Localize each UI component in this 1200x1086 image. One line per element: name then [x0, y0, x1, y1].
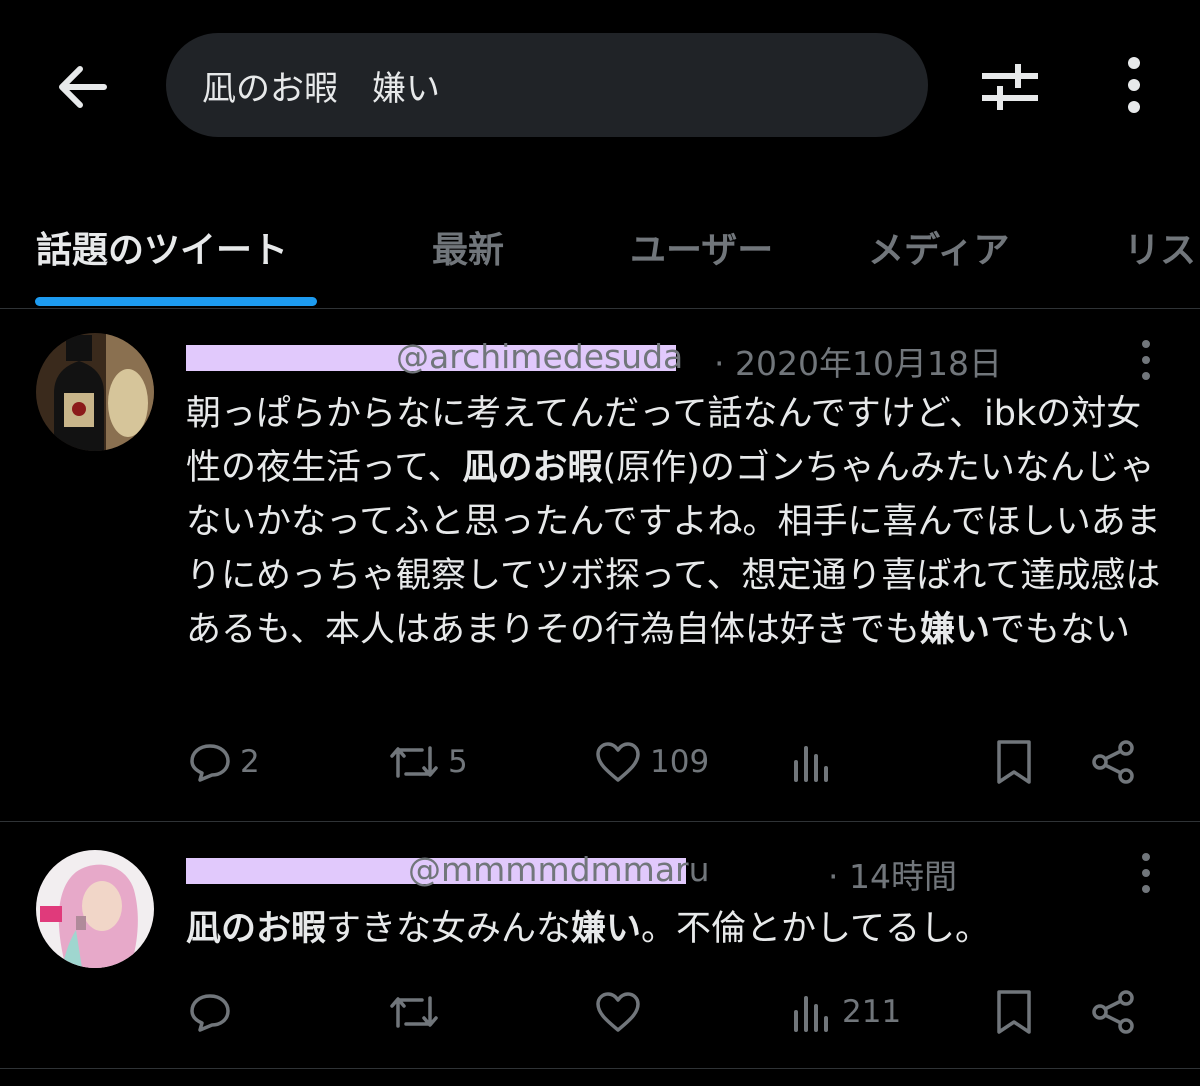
like-icon [596, 992, 640, 1032]
tab-lists[interactable]: リス [1124, 221, 1196, 273]
tweet-actions: 2 5 109 [0, 732, 1200, 792]
retweet-button[interactable]: 5 [388, 732, 468, 792]
highlighted-keyword: 凪のお暇 [186, 909, 327, 949]
tab-top[interactable]: 話題のツイート [36, 221, 288, 273]
tab-media[interactable]: メディア [868, 221, 1009, 273]
retweet-icon [390, 746, 438, 778]
views-button[interactable]: 211 [790, 982, 901, 1042]
share-button[interactable] [1090, 982, 1136, 1042]
share-icon [1092, 990, 1134, 1034]
highlighted-keyword: 嫌い [919, 610, 990, 650]
tweet-text-segment: 。不倫とかしてるし。 [641, 909, 990, 949]
reply-count: 2 [240, 744, 260, 780]
retweet-button[interactable] [388, 982, 448, 1042]
views-button[interactable] [790, 732, 834, 792]
tweet-text-segment: でもない [989, 610, 1130, 650]
reply-icon [190, 744, 230, 782]
avatar[interactable] [36, 850, 154, 968]
tweet-actions: 211 [0, 982, 1200, 1042]
reply-button[interactable]: 2 [188, 732, 260, 792]
search-input[interactable]: 凪のお暇 嫌い [166, 33, 928, 137]
tweet-handle[interactable]: @archimedesuda [396, 337, 683, 376]
tab-latest[interactable]: 最新 [432, 221, 504, 273]
views-icon [794, 996, 828, 1032]
tweet-more-icon[interactable] [1140, 852, 1152, 894]
share-icon [1092, 740, 1134, 784]
tab-users[interactable]: ユーザー [630, 221, 773, 273]
tweet-date[interactable]: · 2020年10月18日 [714, 337, 1002, 385]
tweet-handle[interactable]: @mmmmdmmaru [408, 850, 710, 889]
bookmark-button[interactable] [994, 732, 1034, 792]
tweet-text: 朝っぱらからなに考えてんだって話なんですけど、ibkの対女性の夜生活って、凪のお… [186, 387, 1176, 657]
like-count: 109 [650, 744, 710, 780]
active-tab-indicator [35, 297, 317, 306]
highlighted-keyword: 嫌い [571, 909, 642, 949]
highlighted-keyword: 凪のお暇 [462, 448, 603, 488]
avatar[interactable] [36, 333, 154, 451]
like-button[interactable]: 109 [594, 732, 709, 792]
bookmark-icon [997, 740, 1031, 784]
reply-button[interactable] [188, 982, 240, 1042]
back-arrow-icon[interactable] [52, 57, 112, 117]
search-query: 凪のお暇 嫌い [202, 68, 440, 109]
top-bar: 凪のお暇 嫌い [0, 0, 1200, 175]
retweet-count: 5 [448, 744, 468, 780]
tweet-header: @archimedesuda · 2020年10月18日 [186, 337, 1066, 383]
tweet-more-icon[interactable] [1140, 339, 1152, 381]
tweet-header: @mmmmdmmaru · 14時間 [186, 850, 1066, 896]
views-count: 211 [842, 994, 902, 1030]
tweet[interactable]: @archimedesuda · 2020年10月18日 朝っぱらからなに考えて… [0, 309, 1200, 822]
tweet-date[interactable]: · 14時間 [828, 850, 957, 898]
tweet-text-segment: すきな女みんな [326, 909, 572, 949]
share-button[interactable] [1090, 732, 1136, 792]
like-icon [596, 742, 640, 782]
reply-icon [190, 994, 230, 1032]
retweet-icon [390, 996, 438, 1028]
more-vertical-icon[interactable] [1116, 55, 1152, 115]
bookmark-button[interactable] [994, 982, 1034, 1042]
bookmark-icon [997, 990, 1031, 1034]
tweet-text: 凪のお暇すきな女みんな嫌い。不倫とかしてるし。 [186, 902, 1176, 956]
filter-sliders-icon[interactable] [978, 56, 1042, 116]
like-button[interactable] [594, 982, 650, 1042]
views-icon [794, 746, 828, 782]
tweet[interactable]: @mmmmdmmaru · 14時間 凪のお暇すきな女みんな嫌い。不倫とかしてる… [0, 822, 1200, 1069]
search-tabs: 話題のツイート 最新 ユーザー メディア リス [0, 205, 1200, 309]
